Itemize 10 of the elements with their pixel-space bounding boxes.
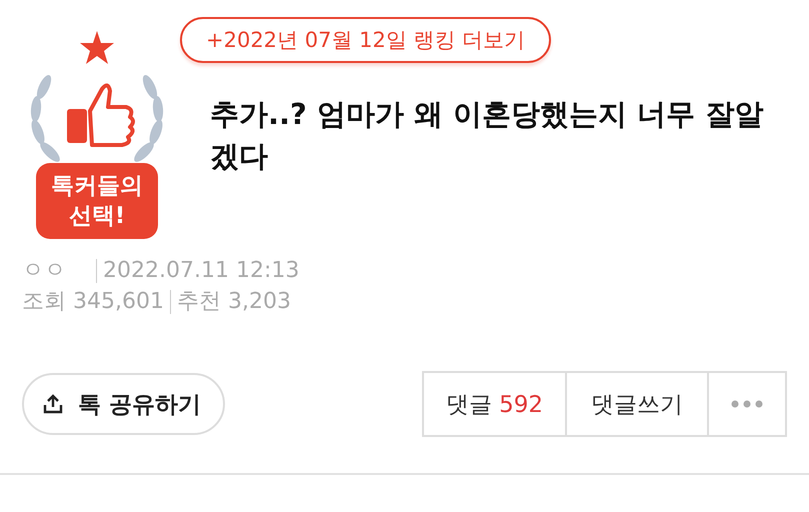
like-count: 추천 3,203 [176, 288, 291, 316]
badge-label: 톡커들의 선택! [36, 163, 158, 239]
post-date: 2022.07.11 12:13 [103, 257, 300, 285]
ranking-link[interactable]: +2022년 07월 12일 랭킹 더보기 [180, 17, 552, 63]
view-count: 조회 345,601 [22, 288, 164, 316]
share-button[interactable]: 톡 공유하기 [22, 373, 226, 435]
more-icon [731, 400, 763, 408]
author-name: ㅇㅇ [22, 257, 66, 285]
share-icon [42, 393, 64, 415]
post-title: 추가..? 엄마가 왜 이혼당했는지 너무 잘알겠다 [210, 96, 764, 175]
